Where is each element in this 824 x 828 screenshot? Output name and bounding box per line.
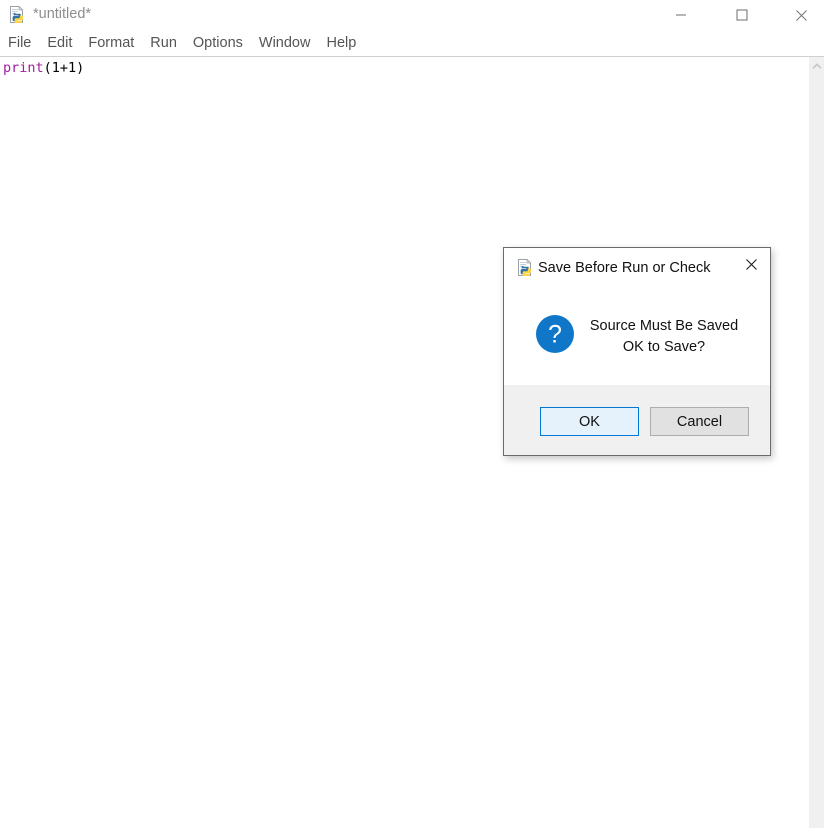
chevron-up-icon <box>812 57 822 75</box>
window-title: *untitled* <box>33 6 92 22</box>
menu-item-edit[interactable]: Edit <box>39 32 80 55</box>
python-file-icon <box>9 5 26 24</box>
python-file-icon <box>517 258 534 277</box>
title-bar: *untitled* <box>0 0 824 30</box>
question-mark-icon: ? <box>535 314 575 354</box>
scroll-up-button[interactable] <box>809 57 824 74</box>
menu-bar: File Edit Format Run Options Window Help <box>0 30 824 57</box>
code-line: print(1+1) <box>3 59 84 78</box>
maximize-button[interactable] <box>719 0 765 30</box>
maximize-icon <box>736 9 748 21</box>
minimize-icon <box>675 9 687 21</box>
close-icon <box>745 258 758 276</box>
menu-item-format[interactable]: Format <box>80 32 142 55</box>
dialog-body: ? Source Must Be Saved OK to Save? <box>504 286 770 385</box>
dialog-footer: OK Cancel <box>504 385 770 455</box>
menu-item-window[interactable]: Window <box>251 32 319 55</box>
menu-item-options[interactable]: Options <box>185 32 251 55</box>
minimize-button[interactable] <box>658 0 704 30</box>
ok-button[interactable]: OK <box>540 407 639 436</box>
dialog-title-bar: Save Before Run or Check <box>504 248 770 286</box>
save-before-run-dialog: Save Before Run or Check ? Source Must B… <box>503 247 771 456</box>
cancel-button-label: Cancel <box>676 413 723 430</box>
code-token-builtin: print <box>3 60 44 76</box>
dialog-title: Save Before Run or Check <box>538 260 711 276</box>
menu-item-help[interactable]: Help <box>318 32 364 55</box>
code-token-expression: (1+1) <box>43 60 85 76</box>
dialog-message-line-2: OK to Save? <box>622 338 706 355</box>
vertical-scrollbar[interactable] <box>808 57 824 828</box>
ok-button-label: OK <box>579 413 600 430</box>
menu-item-run[interactable]: Run <box>142 32 185 55</box>
svg-text:?: ? <box>548 321 562 349</box>
cancel-button[interactable]: Cancel <box>650 407 749 436</box>
dialog-close-button[interactable] <box>732 248 770 286</box>
menu-item-file[interactable]: File <box>0 32 39 55</box>
close-button[interactable] <box>778 0 824 30</box>
close-icon <box>795 9 808 22</box>
dialog-message: Source Must Be Saved OK to Save? <box>574 316 754 357</box>
dialog-message-line-1: Source Must Be Saved <box>589 318 739 334</box>
